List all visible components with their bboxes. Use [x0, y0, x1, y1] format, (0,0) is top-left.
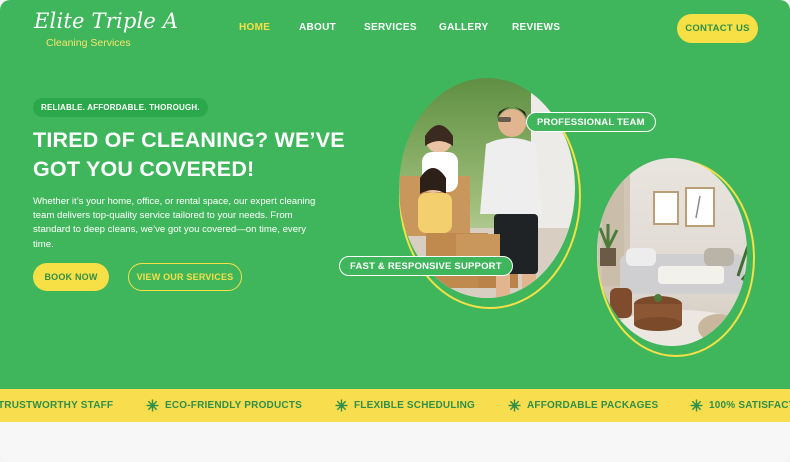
- hero-description: Whether it’s your home, office, or renta…: [33, 196, 316, 250]
- ticker-item-staff: TRUSTWORTHY STAFF: [0, 400, 114, 411]
- contact-us-button[interactable]: CONTACT US: [677, 14, 758, 43]
- ticker-item-affordable: AFFORDABLE PACKAGES: [527, 400, 659, 411]
- book-now-button[interactable]: BOOK NOW: [33, 263, 109, 291]
- living-room-photo: [596, 156, 760, 360]
- sparkle-icon: [508, 399, 521, 412]
- hero-tagline: RELIABLE. AFFORDABLE. THOROUGH.: [33, 98, 208, 117]
- nav-home[interactable]: HOME: [239, 22, 270, 33]
- features-ticker: TRUSTWORTHY STAFF ECO-FRIENDLY PRODUCTS …: [0, 389, 790, 422]
- sparkle-icon: [335, 399, 348, 412]
- nav-about[interactable]: ABOUT: [299, 22, 336, 33]
- main-nav: HOME ABOUT SERVICES GALLERY REVIEWS: [0, 22, 790, 36]
- ticker-item-flexible: FLEXIBLE SCHEDULING: [354, 400, 476, 411]
- brand-logo-subtitle: Cleaning Services: [46, 37, 131, 49]
- ticker-item-satisfaction: 100% SATISFACTION: [709, 400, 790, 411]
- hero-section: Elite Triple A Cleaning Services HOME AB…: [0, 0, 790, 389]
- ticker-item-eco: ECO-FRIENDLY PRODUCTS: [165, 400, 302, 411]
- sparkle-icon: [690, 399, 703, 412]
- nav-reviews[interactable]: REVIEWS: [512, 22, 560, 33]
- professional-team-badge: PROFESSIONAL TEAM: [526, 112, 656, 132]
- hero-headline: TIRED OF CLEANING? WE’VE GOT YOU COVERED…: [33, 128, 345, 181]
- support-badge: FAST & RESPONSIVE SUPPORT: [339, 256, 513, 276]
- nav-services[interactable]: SERVICES: [364, 22, 417, 33]
- view-services-button[interactable]: VIEW OUR SERVICES: [128, 263, 242, 291]
- sparkle-icon: [146, 399, 159, 412]
- landing-page: Elite Triple A Cleaning Services HOME AB…: [0, 0, 790, 462]
- nav-gallery[interactable]: GALLERY: [439, 22, 489, 33]
